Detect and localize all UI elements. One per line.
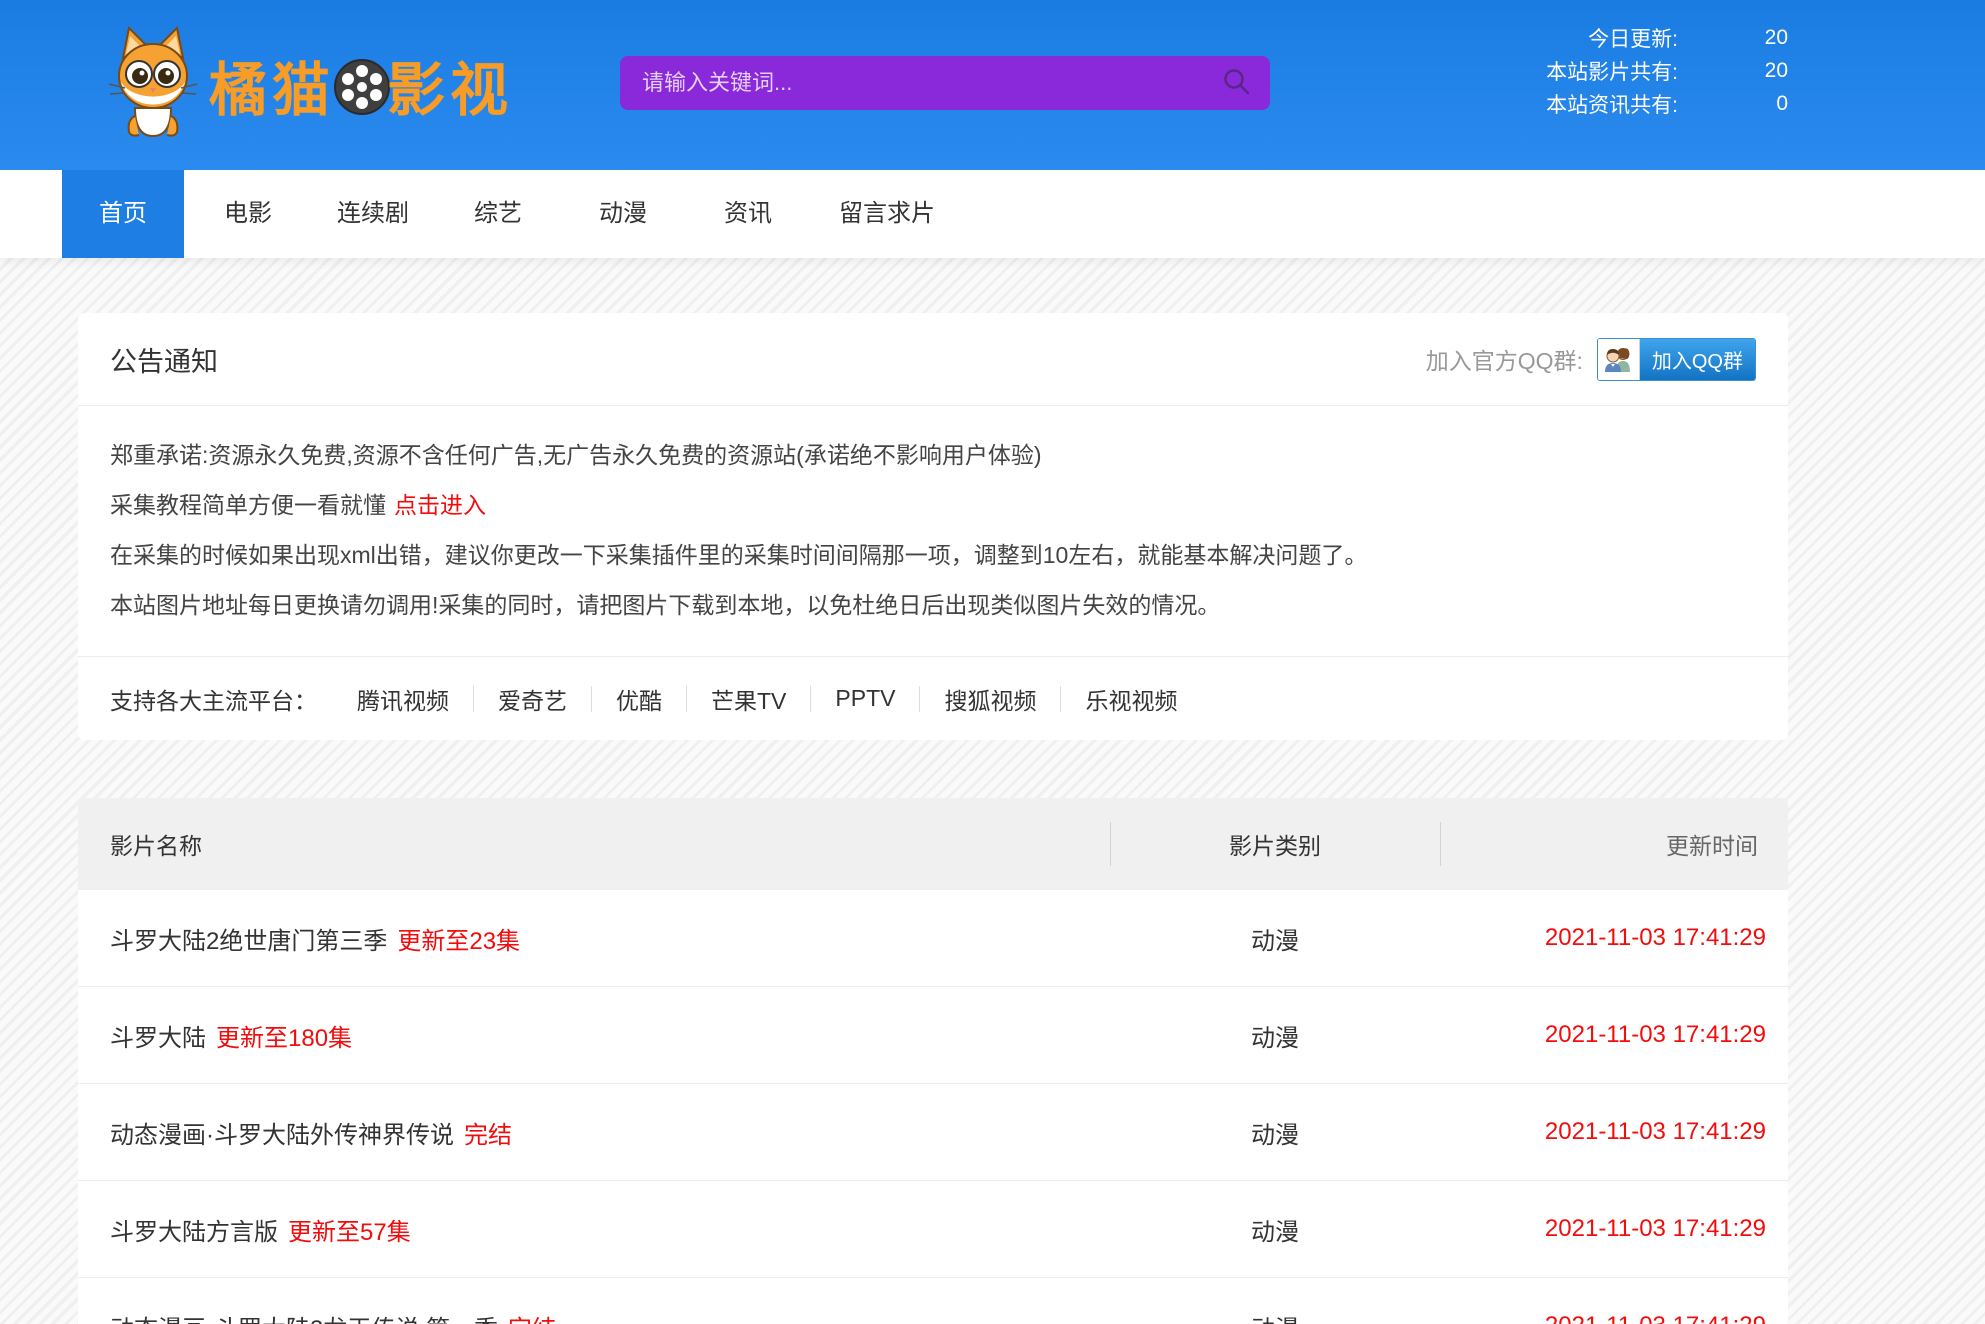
movie-status-text: 更新至57集 (288, 1219, 411, 1246)
announcement-title: 公告通知 (110, 340, 218, 379)
site-header: 橘猫 影视 (0, 0, 1985, 170)
nav-tab-series[interactable]: 连续剧 (312, 170, 434, 258)
stat-total-videos: 本站影片共有: 20 (1546, 54, 1788, 87)
film-reel-icon (333, 58, 391, 130)
platform-tencent-video[interactable]: 腾讯视频 (333, 682, 473, 716)
nav-tab-variety[interactable]: 综艺 (437, 170, 559, 258)
table-row[interactable]: 动态漫画·斗罗大陆3龙王传说 第一季 完结 动漫 2021-11-03 17:41… (78, 1278, 1788, 1324)
column-header-name: 影片名称 (78, 827, 1110, 861)
movie-update-time: 2021-11-03 17:41:29 (1440, 1021, 1788, 1049)
stat-today-updates: 今日更新: 20 (1546, 21, 1788, 54)
platform-youku[interactable]: 优酷 (592, 682, 686, 716)
movie-name-text: 斗罗大陆2绝世唐门第三季 (110, 928, 387, 955)
cat-mascot-icon (105, 24, 201, 145)
movie-name-text: 动态漫画·斗罗大陆外传神界传说 (110, 1122, 454, 1149)
movie-name-text: 斗罗大陆 (110, 1025, 206, 1052)
site-stats: 今日更新: 20 本站影片共有: 20 本站资讯共有: 0 (1546, 21, 1788, 120)
movie-update-time: 2021-11-03 17:41:29 (1440, 1118, 1788, 1146)
site-logo[interactable]: 橘猫 影视 (105, 24, 513, 145)
platform-letv[interactable]: 乐视视频 (1061, 682, 1201, 716)
platform-sohu-video[interactable]: 搜狐视频 (920, 682, 1060, 716)
movie-status-text: 更新至23集 (397, 928, 520, 955)
nav-tab-anime[interactable]: 动漫 (562, 170, 684, 258)
movie-title-link[interactable]: 动态漫画·斗罗大陆外传神界传说完结 (78, 1115, 1110, 1150)
nav-tab-movies[interactable]: 电影 (187, 170, 309, 258)
stat-total-news: 本站资讯共有: 0 (1546, 87, 1788, 120)
nav-tab-home[interactable]: 首页 (62, 170, 184, 258)
movie-title-link[interactable]: 斗罗大陆2绝世唐门第三季更新至23集 (78, 921, 1110, 956)
announcement-line: 本站图片地址每日更换请勿调用!采集的同时，请把图片下载到本地，以免杜绝日后出现类… (110, 580, 1756, 630)
platform-mgtv[interactable]: 芒果TV (687, 682, 810, 716)
movie-category: 动漫 (1110, 1115, 1440, 1150)
movie-category: 动漫 (1110, 1309, 1440, 1324)
announcement-line: 郑重承诺:资源永久免费,资源不含任何广告,无广告永久免费的资源站(承诺绝不影响用… (110, 430, 1756, 480)
movie-name-text: 斗罗大陆方言版 (110, 1219, 278, 1246)
join-qq-group-button[interactable]: 加入QQ群 (1597, 338, 1756, 381)
announcement-line: 在采集的时候如果出现xml出错，建议你更改一下采集插件里的采集时间间隔那一项，调… (110, 530, 1756, 580)
qq-group-label: 加入官方QQ群: (1426, 342, 1583, 376)
announcement-card: 公告通知 加入官方QQ群: (78, 313, 1788, 740)
movie-update-time: 2021-11-03 17:41:29 (1440, 1312, 1788, 1324)
movie-update-time: 2021-11-03 17:41:29 (1440, 924, 1788, 952)
movie-update-time: 2021-11-03 17:41:29 (1440, 1215, 1788, 1243)
table-header-row: 影片名称 影片类别 更新时间 (78, 798, 1788, 890)
search-input[interactable] (620, 70, 1222, 96)
movie-list-table: 影片名称 影片类别 更新时间 斗罗大陆2绝世唐门第三季更新至23集 动漫 202… (78, 798, 1788, 1324)
enter-tutorial-link[interactable]: 点击进入 (394, 492, 486, 518)
join-qq-group-button-label: 加入QQ群 (1640, 339, 1755, 380)
movie-category: 动漫 (1110, 1018, 1440, 1053)
platform-iqiyi[interactable]: 爱奇艺 (474, 682, 591, 716)
nav-tab-request[interactable]: 留言求片 (812, 170, 962, 258)
table-row[interactable]: 斗罗大陆更新至180集 动漫 2021-11-03 17:41:29 (78, 987, 1788, 1084)
platform-pptv[interactable]: PPTV (811, 685, 919, 712)
movie-category: 动漫 (1110, 921, 1440, 956)
nav-tab-news[interactable]: 资讯 (687, 170, 809, 258)
column-header-updated: 更新时间 (1440, 827, 1788, 861)
qq-group-people-icon (1598, 339, 1640, 380)
movie-title-link[interactable]: 斗罗大陆更新至180集 (78, 1018, 1110, 1053)
table-row[interactable]: 斗罗大陆方言版更新至57集 动漫 2021-11-03 17:41:29 (78, 1181, 1788, 1278)
movie-status-text: 完结 (464, 1122, 512, 1149)
supported-platforms-row: 支持各大主流平台： 腾讯视频 爱奇艺 优酷 芒果TV PPTV 搜狐视频 乐视视… (78, 656, 1788, 740)
main-nav: 首页 电影 连续剧 综艺 动漫 资讯 留言求片 (0, 170, 1985, 258)
announcement-body: 郑重承诺:资源永久免费,资源不含任何广告,无广告永久免费的资源站(承诺绝不影响用… (78, 406, 1788, 656)
platforms-label: 支持各大主流平台： (110, 682, 317, 716)
movie-name-text: 动态漫画·斗罗大陆3龙王传说 第一季 (110, 1316, 498, 1324)
movie-title-link[interactable]: 斗罗大陆方言版更新至57集 (78, 1212, 1110, 1247)
site-title: 橘猫 影视 (209, 40, 513, 130)
table-row[interactable]: 动态漫画·斗罗大陆外传神界传说完结 动漫 2021-11-03 17:41:29 (78, 1084, 1788, 1181)
movie-status-text: 更新至180集 (216, 1025, 352, 1052)
search-bar (620, 56, 1270, 110)
table-row[interactable]: 斗罗大陆2绝世唐门第三季更新至23集 动漫 2021-11-03 17:41:2… (78, 890, 1788, 987)
announcement-line: 采集教程简单方便一看就懂点击进入 (110, 480, 1756, 530)
movie-status-text: 完结 (508, 1316, 556, 1324)
column-header-category: 影片类别 (1110, 827, 1440, 861)
movie-category: 动漫 (1110, 1212, 1440, 1247)
search-icon[interactable] (1222, 67, 1250, 100)
movie-title-link[interactable]: 动态漫画·斗罗大陆3龙王传说 第一季 完结 (78, 1309, 1110, 1324)
